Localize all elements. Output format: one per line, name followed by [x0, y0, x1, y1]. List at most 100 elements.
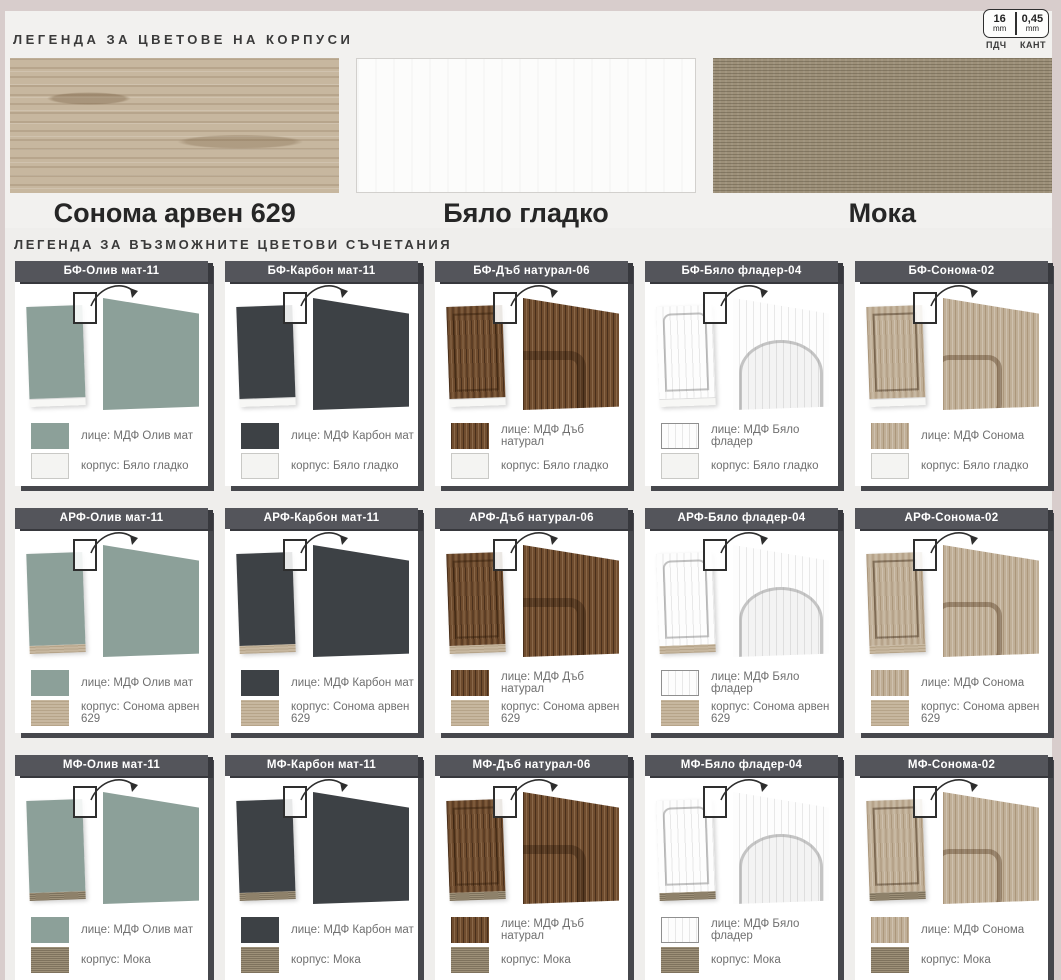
combo-card-title: БФ-Сонома-02: [855, 261, 1048, 282]
door-panel-detail: [935, 849, 1002, 908]
door-detail-view: [103, 298, 199, 410]
door-preview: [225, 529, 418, 661]
body-color-swatch: [451, 453, 489, 479]
edge-spec-box: 16 mm 0,45 mm ПДЧ КАНТ: [983, 9, 1049, 50]
combo-card: МФ-Карбон мат-11 лице: МДФ Карбон мат ко…: [225, 755, 418, 980]
swatch-label-byalo-gladko: Бяло гладко: [356, 193, 695, 229]
door-preview: [15, 776, 208, 908]
card-legend: лице: МДФ Сонома корпус: Бяло гладко: [855, 414, 1048, 481]
zoom-arrow-icon: [929, 282, 981, 308]
zoom-arrow-icon: [299, 776, 351, 802]
body-color-swatch: [871, 700, 909, 726]
swatch-moka: [713, 58, 1052, 193]
face-color-swatch: [31, 670, 69, 696]
edge-thickness: 0,45 mm: [1017, 12, 1048, 35]
combo-card: АРФ-Карбон мат-11 лице: МДФ Карбон мат к…: [225, 508, 418, 733]
door-preview: [855, 282, 1048, 414]
card-legend: лице: МДФ Олив мат корпус: Мока: [15, 908, 208, 975]
door-detail-view: [523, 792, 619, 904]
zoom-arrow-icon: [299, 282, 351, 308]
swatch-sonoma-arven: [10, 58, 339, 193]
face-color-swatch: [661, 423, 699, 449]
door-preview: [435, 529, 628, 661]
door-preview: [855, 776, 1048, 908]
zoom-arrow-icon: [719, 529, 771, 555]
body-label: корпус: Бяло гладко: [81, 460, 188, 472]
page-content: ЛЕГЕНДА ЗА ЦВЕТОВЕ НА КОРПУСИ 16 mm 0,45…: [5, 11, 1052, 980]
body-colors-section: ЛЕГЕНДА ЗА ЦВЕТОВЕ НА КОРПУСИ 16 mm 0,45…: [5, 11, 1052, 228]
door-detail-view: [523, 298, 619, 410]
card-legend: лице: МДФ Карбон мат корпус: Бяло гладко: [225, 414, 418, 481]
combo-card: МФ-Бяло фладер-04 лице: МДФ Бяло фладер …: [645, 755, 838, 980]
card-legend: лице: МДФ Олив мат корпус: Бяло гладко: [15, 414, 208, 481]
combo-card: АРФ-Сонома-02 лице: МДФ Сонома корпус: С…: [855, 508, 1048, 733]
face-label: лице: МДФ Сонома: [921, 677, 1024, 689]
card-legend: лице: МДФ Бяло фладер корпус: Бяло гладк…: [645, 414, 838, 481]
swatch-label-sonoma-arven: Сонома арвен 629: [10, 193, 339, 229]
face-color-swatch: [661, 670, 699, 696]
body-color-swatch: [241, 947, 279, 973]
zoom-arrow-icon: [509, 529, 561, 555]
card-legend: лице: МДФ Карбон мат корпус: Мока: [225, 908, 418, 975]
body-color-swatch: [661, 453, 699, 479]
zoom-arrow-icon: [299, 529, 351, 555]
card-legend: лице: МДФ Сонома корпус: Мока: [855, 908, 1048, 975]
face-label: лице: МДФ Карбон мат: [291, 430, 414, 442]
combinations-title: ЛЕГЕНДА ЗА ВЪЗМОЖНИТЕ ЦВЕТОВИ СЪЧЕТАНИЯ: [5, 237, 1052, 261]
body-color-swatch: [451, 700, 489, 726]
face-label: лице: МДФ Дъб натурал: [501, 918, 628, 942]
body-color-swatches: [5, 55, 1052, 193]
door-detail-view: [943, 298, 1039, 410]
combo-card: МФ-Сонома-02 лице: МДФ Сонома корпус: Мо…: [855, 755, 1048, 980]
face-label: лице: МДФ Бяло фладер: [711, 424, 838, 448]
face-color-swatch: [451, 423, 489, 449]
door-panel-detail: [517, 351, 586, 414]
combinations-section: ЛЕГЕНДА ЗА ВЪЗМОЖНИТЕ ЦВЕТОВИ СЪЧЕТАНИЯ …: [5, 228, 1052, 980]
door-detail-view: [103, 792, 199, 904]
body-label: корпус: Бяло гладко: [711, 460, 818, 472]
card-legend: лице: МДФ Бяло фладер корпус: Сонома арв…: [645, 661, 838, 728]
door-panel-detail: [739, 340, 823, 414]
face-label: лице: МДФ Дъб натурал: [501, 424, 628, 448]
body-label: корпус: Сонома арвен 629: [291, 701, 418, 725]
door-detail-view: [733, 792, 829, 904]
card-legend: лице: МДФ Олив мат корпус: Сонома арвен …: [15, 661, 208, 728]
edge-spec-labels: ПДЧ КАНТ: [983, 38, 1049, 50]
card-legend: лице: МДФ Дъб натурал корпус: Сонома арв…: [435, 661, 628, 728]
body-color-swatch: [871, 947, 909, 973]
face-label: лице: МДФ Карбон мат: [291, 924, 414, 936]
body-label: корпус: Сонома арвен 629: [501, 701, 628, 725]
face-color-swatch: [241, 917, 279, 943]
door-preview: [645, 529, 838, 661]
face-color-swatch: [871, 670, 909, 696]
edge-thickness-unit: mm: [1017, 25, 1048, 33]
swatch-label-moka: Мока: [713, 193, 1052, 229]
door-preview: [645, 776, 838, 908]
face-label: лице: МДФ Олив мат: [81, 677, 193, 689]
combo-card: АРФ-Олив мат-11 лице: МДФ Олив мат корпу…: [15, 508, 208, 733]
zoom-arrow-icon: [719, 776, 771, 802]
edge-spec-values: 16 mm 0,45 mm: [983, 9, 1049, 38]
door-detail-view: [103, 545, 199, 657]
face-color-swatch: [661, 917, 699, 943]
face-label: лице: МДФ Бяло фладер: [711, 671, 838, 695]
zoom-arrow-icon: [89, 529, 141, 555]
body-color-swatch: [31, 453, 69, 479]
combo-card-title: МФ-Бяло фладер-04: [645, 755, 838, 776]
body-label: корпус: Сонома арвен 629: [711, 701, 838, 725]
swatch-byalo-gladko: [356, 58, 695, 193]
combo-card: БФ-Олив мат-11 лице: МДФ Олив мат корпус…: [15, 261, 208, 486]
body-label: корпус: Сонома арвен 629: [921, 701, 1048, 725]
combo-card-title: АРФ-Олив мат-11: [15, 508, 208, 529]
combo-card-title: МФ-Олив мат-11: [15, 755, 208, 776]
door-panel-detail: [517, 845, 586, 908]
body-color-swatch: [451, 947, 489, 973]
edge-label: КАНТ: [1020, 40, 1046, 50]
door-detail-view: [313, 298, 409, 410]
board-thickness-unit: mm: [984, 25, 1015, 33]
combo-card: БФ-Карбон мат-11 лице: МДФ Карбон мат ко…: [225, 261, 418, 486]
card-legend: лице: МДФ Карбон мат корпус: Сонома арве…: [225, 661, 418, 728]
face-label: лице: МДФ Олив мат: [81, 924, 193, 936]
door-detail-view: [733, 545, 829, 657]
face-color-swatch: [451, 670, 489, 696]
